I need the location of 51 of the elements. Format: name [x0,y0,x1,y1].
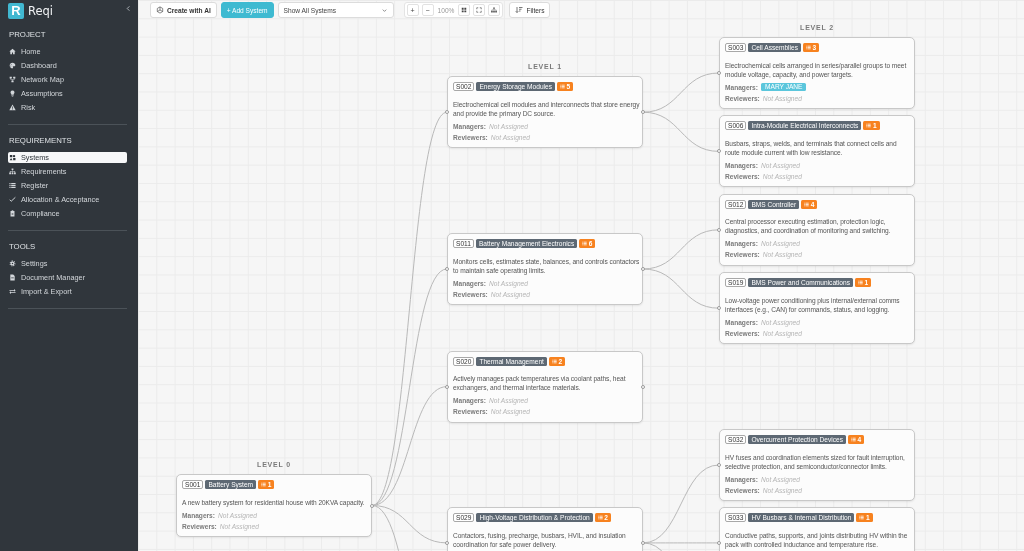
hexagon-icon [156,6,164,14]
connection-handle[interactable] [641,267,645,271]
house-icon [9,47,16,55]
list-icon [582,241,588,246]
connection-handle[interactable] [717,463,721,467]
clipboard-icon [9,209,16,217]
list-icon [804,201,810,207]
connection-handle[interactable] [641,540,645,545]
connection-handle[interactable] [641,384,645,389]
connection-handle[interactable] [445,540,449,545]
list-icon [597,515,603,521]
connection-handle[interactable] [717,306,721,311]
swap-icon [9,287,16,295]
settings-icon [9,259,16,267]
sitemap-icon [9,167,16,175]
list-icon [551,358,557,364]
connection-handle[interactable] [717,149,721,154]
list-icon [9,181,16,189]
connection-handle[interactable] [445,267,449,271]
connection-handle[interactable] [717,227,721,232]
sort-icon [515,6,524,14]
connection-handle[interactable] [717,71,721,75]
check-icon [9,195,16,203]
grid-icon [461,7,468,13]
fullscreen-icon [476,7,483,13]
file-icon [9,273,16,281]
lightbulb-icon [9,89,16,97]
chevron-left-icon [125,4,132,13]
connection-handle[interactable] [445,384,449,389]
layout-button[interactable] [488,4,501,16]
connection-handle[interactable] [370,503,374,508]
list-icon [858,280,863,286]
connection-handle[interactable] [717,540,721,545]
collapse-button[interactable] [125,4,132,13]
list-icon [866,123,872,129]
list-icon [261,482,267,487]
list-icon [560,84,565,90]
shapes-icon [9,153,16,161]
palette-icon [9,61,16,69]
connection-handle[interactable] [641,110,645,115]
warning-icon [9,103,16,111]
sitemap-icon [491,7,498,13]
system-card[interactable] [719,429,915,501]
connection-handle[interactable] [445,110,449,115]
list-icon [851,437,857,442]
list-icon [805,45,811,50]
chevron-down-icon [380,6,388,14]
fit-view-button[interactable] [458,4,471,16]
brand-name[interactable]: Reqi [28,4,54,18]
network-icon [9,75,16,83]
list-icon [859,515,865,521]
